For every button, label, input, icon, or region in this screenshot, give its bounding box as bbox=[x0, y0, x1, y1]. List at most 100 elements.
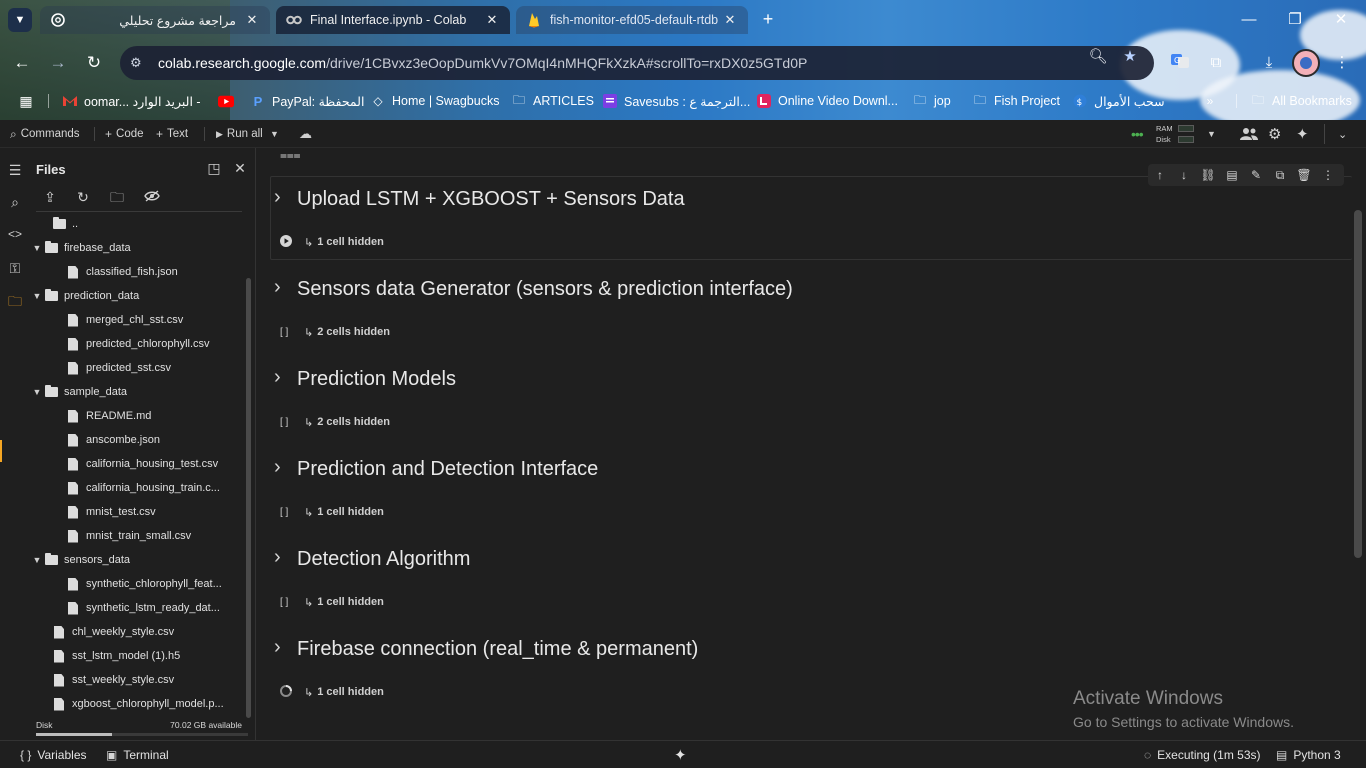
add-code-button[interactable]: + Code bbox=[105, 126, 144, 142]
new-tab-button[interactable]: + bbox=[756, 8, 780, 32]
address-bar[interactable]: ⚙ colab.research.google.com/drive/1CBvxz… bbox=[120, 46, 1154, 80]
tree-folder[interactable]: ▼ prediction_data bbox=[30, 286, 139, 306]
hidden-cells-indicator[interactable]: ↳ 1 cell hidden bbox=[280, 684, 384, 700]
chevron-down-icon[interactable]: ▼ bbox=[30, 387, 44, 397]
tab-colab[interactable]: Final Interface.ipynb - Colab ✕ bbox=[276, 6, 510, 34]
edit-pencil-icon[interactable]: ✎ bbox=[1247, 166, 1265, 184]
tree-file[interactable]: classified_fish.json bbox=[52, 262, 178, 282]
tree-folder[interactable]: .. bbox=[38, 214, 78, 234]
tree-file[interactable]: mnist_train_small.csv bbox=[52, 526, 191, 546]
mount-drive-icon[interactable]: 🗀 bbox=[106, 186, 128, 208]
more-options-icon[interactable]: ⋮ bbox=[1319, 166, 1337, 184]
close-tab-icon[interactable]: ✕ bbox=[484, 12, 500, 28]
bookmark-star-icon[interactable]: ★ bbox=[1120, 47, 1140, 67]
share-people-icon[interactable] bbox=[1240, 126, 1258, 142]
apps-icon[interactable]: ▦ bbox=[18, 91, 40, 111]
run-all-dropdown-icon[interactable]: ▼ bbox=[270, 126, 283, 142]
hidden-cells-indicator[interactable]: [ ] ↳ 2 cells hidden bbox=[280, 414, 390, 430]
tree-file[interactable]: chl_weekly_style.csv bbox=[38, 622, 174, 642]
runtime-dropdown-icon[interactable]: ▼ bbox=[1207, 126, 1220, 142]
chevron-right-icon[interactable]: › bbox=[274, 186, 281, 209]
browser-menu-icon[interactable]: ⋮ bbox=[1330, 51, 1354, 75]
chevron-down-icon[interactable]: ▼ bbox=[30, 243, 44, 253]
chevron-down-icon[interactable]: ▼ bbox=[30, 291, 44, 301]
tree-file[interactable]: mnist_test.csv bbox=[52, 502, 156, 522]
notebook-section[interactable]: › Detection Algorithm [ ] ↳ 1 cell hidden bbox=[270, 546, 1350, 612]
close-tab-icon[interactable]: ✕ bbox=[722, 12, 738, 28]
tab-search-button[interactable]: ▼ bbox=[8, 8, 32, 32]
code-snippets-icon[interactable]: <> bbox=[5, 224, 25, 244]
close-window-button[interactable]: ✕ bbox=[1318, 8, 1364, 32]
execution-status[interactable]: ◌ Executing (1m 53s) bbox=[1144, 747, 1261, 763]
all-bookmarks[interactable]: 🗀 All Bookmarks bbox=[1250, 91, 1352, 111]
commands-button[interactable]: ⌕ Commands bbox=[10, 126, 80, 142]
tree-file[interactable]: sst_weekly_style.csv bbox=[38, 670, 174, 690]
run-cell-bracket-icon[interactable]: [ ] bbox=[280, 327, 304, 338]
reload-button[interactable]: ↻ bbox=[81, 50, 107, 76]
tab-firebase[interactable]: fish-monitor-efd05-default-rtdb ✕ bbox=[516, 6, 748, 34]
tree-file[interactable]: california_housing_train.c... bbox=[52, 478, 220, 498]
tree-file[interactable]: predicted_chlorophyll.csv bbox=[52, 334, 210, 354]
tab-review[interactable]: مراجعة مشروع تحليلي ✕ bbox=[40, 6, 270, 34]
more-bookmarks-icon[interactable]: » bbox=[1202, 91, 1224, 111]
tree-folder[interactable]: ▼ firebase_data bbox=[30, 238, 131, 258]
refresh-icon[interactable]: ↻ bbox=[72, 186, 94, 208]
bookmark-withdraw[interactable]: $ سحب الأموال bbox=[1072, 91, 1165, 111]
chevron-right-icon[interactable]: › bbox=[274, 456, 281, 479]
gemini-sparkle-icon[interactable]: ✦ bbox=[1296, 126, 1309, 143]
bookmark-youtube[interactable] bbox=[218, 91, 240, 111]
bookmark-paypal[interactable]: P PayPal: المحفظة bbox=[250, 91, 365, 111]
tree-file[interactable]: README.md bbox=[52, 406, 151, 426]
tree-folder[interactable]: ▼ sensors_data bbox=[30, 550, 130, 570]
comment-icon[interactable]: ▤ bbox=[1223, 166, 1241, 184]
hide-files-icon[interactable] bbox=[141, 186, 163, 208]
add-text-button[interactable]: + Text bbox=[156, 126, 188, 142]
hidden-cells-indicator[interactable]: ↳ 1 cell hidden bbox=[280, 234, 384, 250]
profile-avatar[interactable] bbox=[1292, 49, 1320, 77]
settings-gear-icon[interactable]: ⚙ bbox=[1268, 126, 1281, 143]
minimize-button[interactable]: — bbox=[1226, 8, 1272, 32]
chevron-right-icon[interactable]: › bbox=[274, 636, 281, 659]
chevron-right-icon[interactable]: › bbox=[274, 276, 281, 299]
connected-status-icon[interactable]: ••• bbox=[1131, 126, 1144, 142]
tree-file[interactable]: california_housing_test.csv bbox=[52, 454, 218, 474]
zoom-search-icon[interactable]: 🔍︎ bbox=[1088, 47, 1108, 67]
hidden-cells-indicator[interactable]: [ ] ↳ 2 cells hidden bbox=[280, 324, 390, 340]
close-tab-icon[interactable]: ✕ bbox=[244, 12, 260, 28]
bookmark-swagbucks[interactable]: ◇ Home | Swagbucks bbox=[370, 91, 499, 111]
secrets-key-icon[interactable]: ⚿ bbox=[5, 258, 25, 278]
delete-icon[interactable]: 🗑 bbox=[1295, 166, 1313, 184]
drive-cloud-icon[interactable]: ☁ bbox=[299, 126, 316, 142]
ram-disk-indicator[interactable]: RAM Disk bbox=[1156, 123, 1200, 145]
bookmark-video-downloader[interactable]: Online Video Downl... bbox=[756, 91, 898, 111]
running-spinner-icon[interactable] bbox=[280, 684, 304, 700]
tree-file[interactable]: xgboost_chlorophyll_model.p... bbox=[38, 694, 224, 714]
move-up-icon[interactable]: ↑ bbox=[1151, 166, 1169, 184]
gemini-sparkle-icon[interactable]: ✦ bbox=[674, 747, 687, 764]
tree-file[interactable]: synthetic_lstm_ready_dat... bbox=[52, 598, 220, 618]
tree-file[interactable]: sst_lstm_model (1).h5 bbox=[38, 646, 180, 666]
terminal-button[interactable]: ▣ Terminal bbox=[106, 747, 169, 763]
extensions-icon[interactable]: ⧉ bbox=[1204, 51, 1228, 75]
bookmark-folder-fish-project[interactable]: 🗀 Fish Project bbox=[972, 91, 1060, 111]
hidden-cells-indicator[interactable]: [ ] ↳ 1 cell hidden bbox=[280, 504, 384, 520]
files-scrollbar[interactable] bbox=[246, 278, 251, 718]
notebook-section[interactable]: › Sensors data Generator (sensors & predi… bbox=[270, 276, 1350, 342]
bookmark-savesubs[interactable]: Savesubs : الترجمة ع... bbox=[602, 91, 750, 111]
run-cell-bracket-icon[interactable]: [ ] bbox=[280, 417, 304, 428]
downloads-icon[interactable]: ⤓ bbox=[1257, 51, 1281, 75]
url-text[interactable]: colab.research.google.com/drive/1CBvxz3e… bbox=[158, 55, 807, 71]
move-down-icon[interactable]: ↓ bbox=[1175, 166, 1193, 184]
bookmark-gmail[interactable]: oomar... البريد الوارد - bbox=[62, 91, 201, 111]
run-cell-bracket-icon[interactable]: [ ] bbox=[280, 597, 304, 608]
mirror-cell-icon[interactable]: ⧉ bbox=[1271, 166, 1289, 184]
close-panel-icon[interactable]: ✕ bbox=[230, 158, 250, 178]
site-info-icon[interactable]: ⚙ bbox=[130, 55, 152, 71]
collapse-header-icon[interactable]: ⌄ bbox=[1338, 126, 1347, 142]
upload-file-icon[interactable]: ⇪ bbox=[39, 186, 61, 208]
section-options-icon[interactable]: ⩶ bbox=[280, 148, 301, 163]
run-cell-play-icon[interactable] bbox=[280, 234, 304, 250]
tree-file[interactable]: merged_chl_sst.csv bbox=[52, 310, 183, 330]
runtime-type[interactable]: ▤ Python 3 bbox=[1276, 747, 1341, 763]
run-cell-bracket-icon[interactable]: [ ] bbox=[280, 507, 304, 518]
